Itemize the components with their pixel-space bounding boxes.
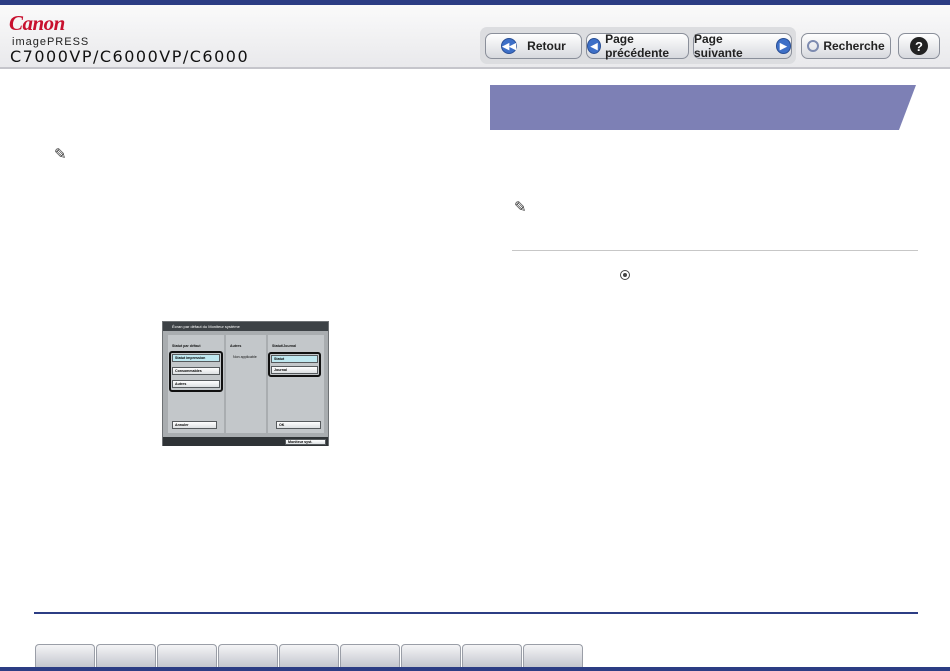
arrow-right-icon: ▶ — [775, 38, 791, 54]
screen-col2-value: Non applicable — [233, 355, 257, 359]
bottom-accent-bar — [0, 667, 950, 671]
screen-button: Journal — [271, 366, 318, 374]
screen-col3-header: Statut/Journal — [272, 344, 297, 348]
screen-button: Autres — [172, 380, 220, 388]
back-label: Retour — [527, 39, 566, 53]
screen-col2-header: Autres — [230, 344, 242, 348]
bottom-divider — [34, 612, 918, 614]
pencil-icon: ✎ — [54, 146, 67, 163]
next-page-button[interactable]: Page suivante ▶ — [693, 32, 792, 60]
help-button[interactable]: ? — [898, 33, 940, 59]
pencil-icon: ✎ — [514, 199, 527, 216]
screen-ok-button: OK — [276, 421, 321, 429]
bottom-tab[interactable] — [35, 644, 95, 667]
bottom-tab[interactable] — [96, 644, 156, 667]
section-header-bar — [490, 85, 916, 130]
screen-button: Consommables — [172, 367, 220, 375]
prev-page-button[interactable]: ◀ Page précédente — [586, 32, 689, 60]
screen-button: Statut impression — [172, 354, 220, 362]
divider — [512, 250, 918, 251]
magnifier-icon — [807, 40, 820, 52]
screen-column-status-log — [268, 335, 324, 433]
bottom-tab[interactable] — [462, 644, 522, 667]
model-name: C7000VP/C6000VP/C6000 — [10, 47, 250, 66]
search-button[interactable]: Recherche — [801, 33, 891, 59]
bottom-tabs — [35, 644, 583, 667]
bottom-tab[interactable] — [218, 644, 278, 667]
screen-footer: Moniteur syst. — [163, 437, 328, 446]
arrow-left-icon: ◀ — [587, 38, 602, 54]
next-page-label: Page suivante — [694, 32, 743, 60]
search-label: Recherche — [823, 39, 885, 53]
canon-logo: Canon — [9, 11, 65, 35]
screen-column-other — [226, 335, 266, 433]
question-icon: ? — [910, 37, 928, 55]
bottom-tab[interactable] — [340, 644, 400, 667]
screen-monitor-button: Moniteur syst. — [285, 439, 326, 445]
screen-title: Écran par défaut du Moniteur système — [163, 322, 328, 331]
device-screen-image: Écran par défaut du Moniteur système Sta… — [162, 321, 329, 446]
rewind-icon: ◀◀ — [501, 38, 518, 54]
prev-page-label: Page précédente — [605, 32, 670, 60]
settings-key-icon — [620, 270, 630, 280]
back-button[interactable]: ◀◀ Retour — [485, 33, 582, 59]
bottom-tab[interactable] — [279, 644, 339, 667]
bottom-tab[interactable] — [157, 644, 217, 667]
bottom-tab[interactable] — [401, 644, 461, 667]
screen-cancel-button: Annuler — [172, 421, 217, 429]
screen-button: Statut — [271, 355, 318, 363]
screen-col1-header: Statut par défaut — [172, 344, 201, 348]
bottom-tab[interactable] — [523, 644, 583, 667]
